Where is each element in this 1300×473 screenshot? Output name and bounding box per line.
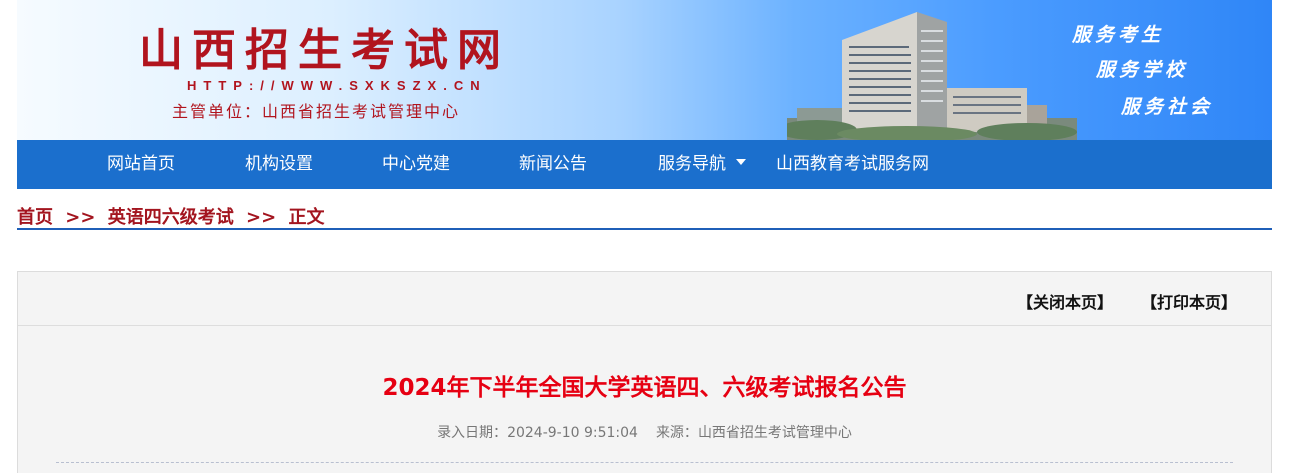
main-nav: 网站首页 机构设置 中心党建 新闻公告 服务导航 山西教育考试服务网 <box>17 140 1272 189</box>
article-toolbar: 【关闭本页】 【打印本页】 <box>18 272 1271 326</box>
page: 山西招生考试网 HTTP://WWW.SXKSZX.CN 主管单位：山西省招生考… <box>0 0 1300 473</box>
building-image <box>787 12 1077 140</box>
slogan-society: 服务社会 <box>1121 96 1214 118</box>
site-title: 山西招生考试网 <box>139 25 510 76</box>
site-org: 主管单位：山西省招生考试管理中心 <box>172 102 461 121</box>
article-meta: 录入日期：2024-9-10 9:51:04 来源：山西省招生考试管理中心 <box>18 422 1271 442</box>
nav-item-party[interactable]: 中心党建 <box>382 140 450 189</box>
source-label: 来源： <box>655 425 698 441</box>
article-title: 2024年下半年全国大学英语四、六级考试报名公告 <box>382 375 907 401</box>
caret-down-icon <box>736 159 746 165</box>
breadcrumb-section[interactable]: 英语四六级考试 <box>108 207 234 228</box>
breadcrumb-current: 正文 <box>288 207 325 228</box>
divider <box>56 462 1233 463</box>
nav-item-service-nav-label: 服务导航 <box>658 154 726 174</box>
slogan-students: 服务考生 <box>1072 24 1165 46</box>
site-banner: 山西招生考试网 HTTP://WWW.SXKSZX.CN 主管单位：山西省招生考… <box>17 0 1272 140</box>
breadcrumb-home[interactable]: 首页 <box>17 207 53 228</box>
close-page-button[interactable]: 【关闭本页】 <box>1017 289 1113 313</box>
article-panel: 【关闭本页】 【打印本页】 2024年下半年全国大学英语四、六级考试报名公告 录… <box>17 271 1272 473</box>
publish-date: 2024-9-10 9:51:04 <box>507 425 638 441</box>
breadcrumb-separator: >> <box>246 207 277 228</box>
breadcrumb: 首页 >> 英语四六级考试 >> 正文 <box>17 203 1272 230</box>
nav-item-service-nav[interactable]: 服务导航 <box>658 140 746 189</box>
nav-item-exam-service[interactable]: 山西教育考试服务网 <box>776 140 929 189</box>
slogan-schools: 服务学校 <box>1096 59 1189 81</box>
print-page-button[interactable]: 【打印本页】 <box>1141 289 1237 313</box>
article-source: 山西省招生考试管理中心 <box>697 425 852 441</box>
breadcrumb-separator: >> <box>65 207 96 228</box>
date-label: 录入日期： <box>437 425 508 441</box>
site-url: HTTP://WWW.SXKSZX.CN <box>187 78 487 93</box>
nav-item-home[interactable]: 网站首页 <box>107 140 175 189</box>
nav-item-organization[interactable]: 机构设置 <box>245 140 313 189</box>
nav-item-news[interactable]: 新闻公告 <box>519 140 587 189</box>
